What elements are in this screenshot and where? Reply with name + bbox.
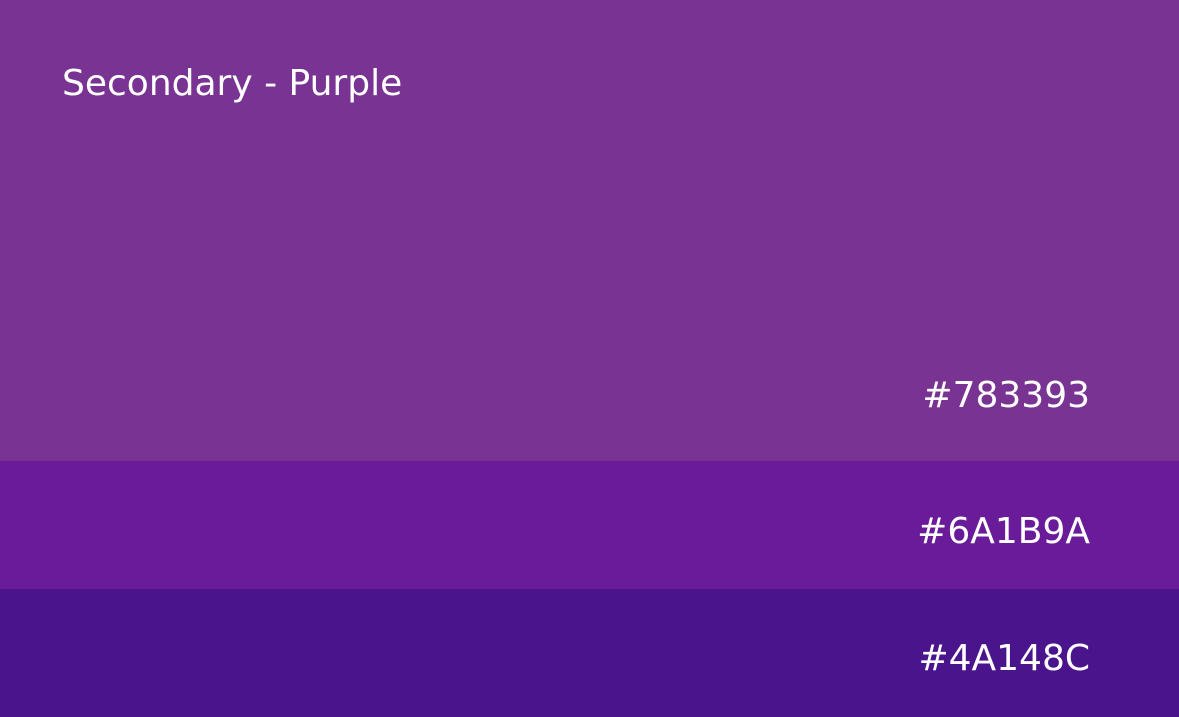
swatch-darker: #4A148C <box>0 589 1179 717</box>
swatch-hex-label: #6A1B9A <box>917 511 1090 552</box>
palette-title: Secondary - Purple <box>62 63 403 104</box>
swatch-hex-label: #783393 <box>922 375 1090 416</box>
swatch-primary: Secondary - Purple #783393 <box>0 0 1179 461</box>
swatch-dark: #6A1B9A <box>0 461 1179 589</box>
swatch-hex-label: #4A148C <box>918 638 1090 679</box>
color-palette-card: Secondary - Purple #783393 #6A1B9A #4A14… <box>0 0 1179 717</box>
